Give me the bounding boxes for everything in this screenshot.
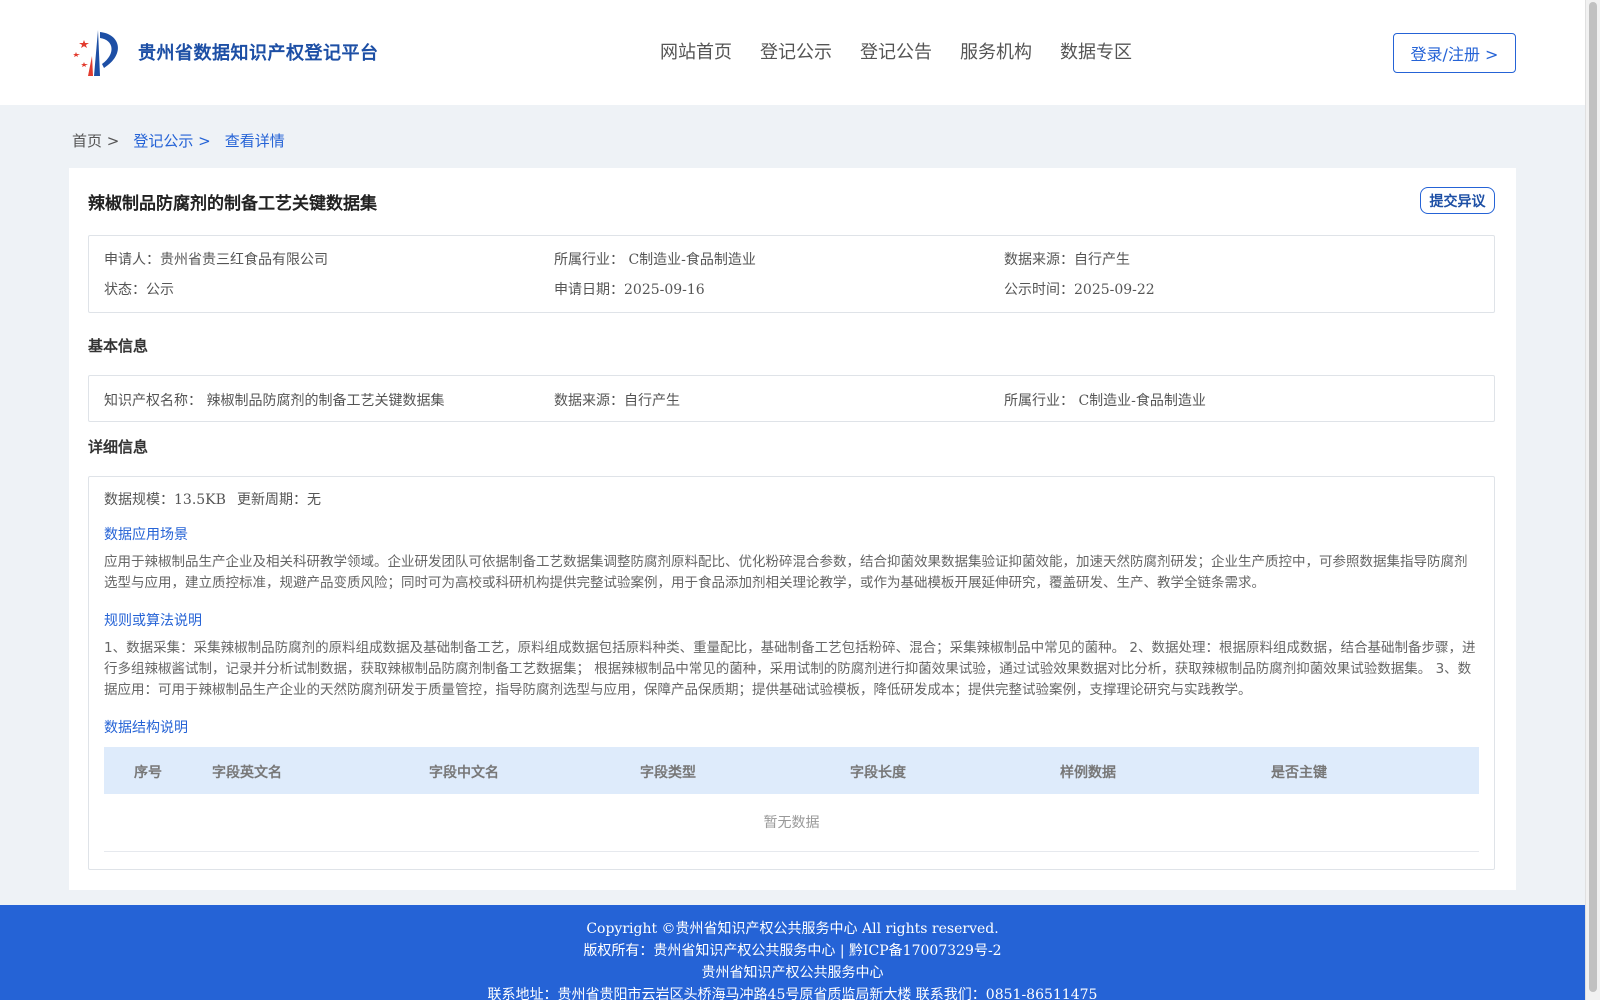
vertical-scrollbar[interactable] — [1585, 0, 1600, 1000]
footer-org: 贵州省知识产权公共服务中心 — [701, 965, 884, 981]
industry: 所属行业： C制造业-食品制造业 — [554, 252, 756, 268]
nav-announcement[interactable]: 登记公告 — [860, 38, 932, 64]
site-title: 贵州省数据知识产权登记平台 — [138, 43, 379, 64]
data-scale: 数据规模：13.5KB — [104, 492, 226, 508]
login-register-button[interactable]: 登录/注册 > — [1393, 33, 1516, 73]
summary-box: 申请人：贵州省贵三红食品有限公司 所属行业： C制造业-食品制造业 数据来源：自… — [88, 235, 1495, 313]
breadcrumb: 首页 > 登记公示 > 查看详情 — [72, 130, 299, 151]
update-cycle: 更新周期：无 — [237, 492, 321, 508]
status: 状态：公示 — [104, 282, 174, 298]
empty-table-message: 暂无数据 — [104, 794, 1479, 852]
footer-copyright: Copyright ©贵州省知识产权公共服务中心 All rights rese… — [586, 921, 999, 937]
basic-data-source: 数据来源：自行产生 — [554, 393, 680, 409]
nav-home[interactable]: 网站首页 — [660, 38, 732, 64]
main-nav: 网站首页 登记公示 登记公告 服务机构 数据专区 — [660, 38, 1160, 64]
site-logo[interactable]: 贵州省数据知识产权登记平台 — [70, 26, 379, 78]
col-cn-name: 字段中文名 — [429, 765, 499, 781]
apply-date: 申请日期：2025-09-16 — [554, 282, 705, 298]
page: 贵州省数据知识产权登记平台 网站首页 登记公示 登记公告 服务机构 数据专区 登… — [0, 0, 1585, 1000]
rules-text: 1、数据采集：采集辣椒制品防腐剂的原料组成数据及基础制备工艺，原料组成数据包括原… — [104, 640, 1476, 698]
footer-owner: 版权所有：贵州省知识产权公共服务中心 | 黔ICP备17007329号-2 — [583, 943, 1002, 959]
breadcrumb-publicity[interactable]: 登记公示 > — [133, 130, 210, 151]
col-length: 字段长度 — [850, 765, 906, 781]
site-header: 贵州省数据知识产权登记平台 网站首页 登记公示 登记公告 服务机构 数据专区 登… — [0, 0, 1585, 105]
col-sample: 样例数据 — [1060, 765, 1116, 781]
publicity-time: 公示时间：2025-09-22 — [1004, 282, 1155, 298]
applicant: 申请人：贵州省贵三红食品有限公司 — [104, 252, 328, 268]
col-en-name: 字段英文名 — [212, 765, 282, 781]
ip-name: 知识产权名称： 辣椒制品防腐剂的制备工艺关键数据集 — [104, 393, 445, 409]
table-header: 序号 字段英文名 字段中文名 字段类型 字段长度 样例数据 是否主键 — [104, 747, 1479, 794]
submit-objection-button[interactable]: 提交异议 — [1420, 187, 1495, 214]
structure-heading: 数据结构说明 — [104, 720, 188, 736]
breadcrumb-home[interactable]: 首页 > — [72, 130, 119, 151]
nav-data-zone[interactable]: 数据专区 — [1060, 38, 1132, 64]
col-index: 序号 — [134, 765, 162, 781]
basic-industry: 所属行业： C制造业-食品制造业 — [1004, 393, 1206, 409]
detail-info-heading: 详细信息 — [88, 438, 149, 456]
detail-card: 辣椒制品防腐剂的制备工艺关键数据集 提交异议 申请人：贵州省贵三红食品有限公司 … — [69, 168, 1516, 890]
scrollbar-thumb[interactable] — [1589, 2, 1597, 992]
data-source: 数据来源：自行产生 — [1004, 252, 1130, 268]
nav-publicity[interactable]: 登记公示 — [760, 38, 832, 64]
nav-service-agency[interactable]: 服务机构 — [960, 38, 1032, 64]
scenario-text: 应用于辣椒制品生产企业及相关科研教学领域。企业研发团队可依据制备工艺数据集调整防… — [104, 554, 1468, 591]
scenario-heading: 数据应用场景 — [104, 527, 188, 543]
site-footer: Copyright ©贵州省知识产权公共服务中心 All rights rese… — [0, 905, 1585, 1000]
detail-info-box: 数据规模：13.5KB 更新周期：无 数据应用场景 应用于辣椒制品生产企业及相关… — [88, 476, 1495, 870]
emblem-icon — [73, 30, 118, 76]
basic-info-box: 知识产权名称： 辣椒制品防腐剂的制备工艺关键数据集 数据来源：自行产生 所属行业… — [88, 375, 1495, 422]
col-type: 字段类型 — [640, 765, 696, 781]
page-title: 辣椒制品防腐剂的制备工艺关键数据集 — [88, 194, 377, 214]
col-primary-key: 是否主键 — [1271, 765, 1327, 781]
breadcrumb-current: 查看详情 — [224, 132, 285, 150]
basic-info-heading: 基本信息 — [88, 337, 149, 355]
rules-heading: 规则或算法说明 — [104, 613, 202, 629]
footer-contact: 联系地址：贵州省贵阳市云岩区头桥海马冲路45号原省质监局新大楼 联系我们：085… — [487, 987, 1098, 1000]
